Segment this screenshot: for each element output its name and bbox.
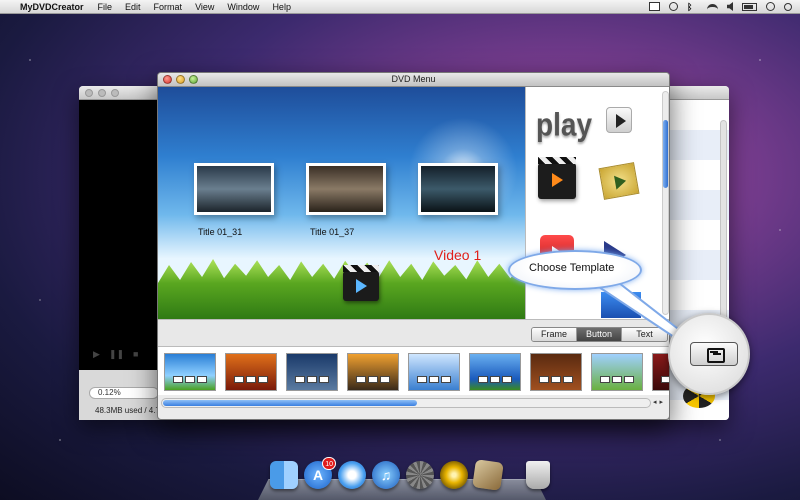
gray-play-button-icon[interactable] <box>606 107 632 133</box>
template-thumb-3[interactable] <box>286 353 338 391</box>
user-icon[interactable] <box>766 2 775 11</box>
template-thumb-2[interactable] <box>225 353 277 391</box>
callout-text: Choose Template <box>529 262 615 274</box>
title-label-2[interactable]: Title 01_37 <box>310 227 354 237</box>
input-flag-icon[interactable] <box>649 2 660 11</box>
spotlight-icon[interactable] <box>784 2 792 11</box>
play-icon[interactable]: ▶ <box>93 349 100 360</box>
play-text-button-style[interactable]: play <box>536 107 592 144</box>
wifi-icon[interactable] <box>707 3 718 10</box>
tab-frame[interactable]: Frame <box>532 328 577 341</box>
menu-bar: MyDVDCreator File Edit Format View Windo… <box>0 0 800 14</box>
dock-icons: A 10 ♫ <box>270 457 550 491</box>
bg-minimize-icon[interactable] <box>98 89 106 97</box>
bg-close-icon[interactable] <box>85 89 93 97</box>
dvd-creator-icon[interactable] <box>440 461 468 489</box>
menu-format[interactable]: Format <box>154 2 183 12</box>
play-button-clapper-icon[interactable] <box>343 265 379 301</box>
title-thumbnail-3[interactable] <box>418 163 498 215</box>
menu-window[interactable]: Window <box>227 2 259 12</box>
template-thumb-5[interactable] <box>408 353 460 391</box>
menu-view[interactable]: View <box>195 2 214 12</box>
pause-icon[interactable]: ❚❚ <box>109 349 124 360</box>
window-title: DVD Menu <box>391 74 436 84</box>
battery-icon[interactable] <box>742 2 757 11</box>
template-thumb-8[interactable] <box>591 353 643 391</box>
itunes-icon[interactable]: ♫ <box>372 461 400 489</box>
title-label-1[interactable]: Title 01_31 <box>198 227 242 237</box>
video-label[interactable]: Video 1 <box>434 247 481 263</box>
trash-icon[interactable] <box>526 461 550 489</box>
menu-help[interactable]: Help <box>272 2 291 12</box>
safari-icon[interactable] <box>338 461 366 489</box>
menu-edit[interactable]: Edit <box>125 2 141 12</box>
disk-usage: 48.3MB used / 4.7 <box>95 406 160 415</box>
menu-file[interactable]: File <box>98 2 113 12</box>
system-preferences-icon[interactable] <box>406 461 434 489</box>
clapperboard-icon[interactable] <box>538 157 576 199</box>
template-thumb-7[interactable] <box>530 353 582 391</box>
title-thumbnail-1[interactable] <box>194 163 274 215</box>
bluetooth-icon[interactable]: ᛒ <box>687 2 698 12</box>
app-menu[interactable]: MyDVDCreator <box>20 2 84 12</box>
template-thumb-6[interactable] <box>469 353 521 391</box>
app-store-icon[interactable]: A 10 <box>304 457 336 489</box>
dvd-menu-window: DVD Menu Title 01_31 Title 01_37 Video 1… <box>157 72 670 420</box>
bg-zoom-icon[interactable] <box>111 89 119 97</box>
iphoto-icon[interactable] <box>472 459 504 491</box>
template-strip <box>158 347 669 395</box>
volume-icon[interactable] <box>727 2 733 11</box>
grass-decoration <box>158 259 525 319</box>
template-scrollbar[interactable] <box>161 398 651 408</box>
menu-extras: ᛒ <box>649 2 792 12</box>
app-store-badge: 10 <box>322 457 336 470</box>
file-list-scrollbar[interactable] <box>720 120 727 330</box>
template-thumb-1[interactable] <box>164 353 216 391</box>
stop-icon[interactable]: ■ <box>133 349 138 360</box>
finder-icon[interactable] <box>270 461 298 489</box>
time-machine-icon[interactable] <box>669 2 678 11</box>
gold-play-button-icon[interactable] <box>598 162 640 200</box>
window-titlebar: DVD Menu <box>158 73 669 87</box>
playback-controls: ▶ ❚❚ ■ <box>93 349 138 360</box>
choose-template-button-icon[interactable] <box>690 342 738 366</box>
scroll-arrows-icon[interactable]: ◂▸ <box>653 398 666 406</box>
button-panel-scrollbar[interactable] <box>662 91 669 315</box>
menu-preview: Title 01_31 Title 01_37 Video 1 <box>158 87 525 319</box>
template-thumb-4[interactable] <box>347 353 399 391</box>
title-thumbnail-2[interactable] <box>306 163 386 215</box>
progress-percent: 0.12% <box>89 387 159 399</box>
